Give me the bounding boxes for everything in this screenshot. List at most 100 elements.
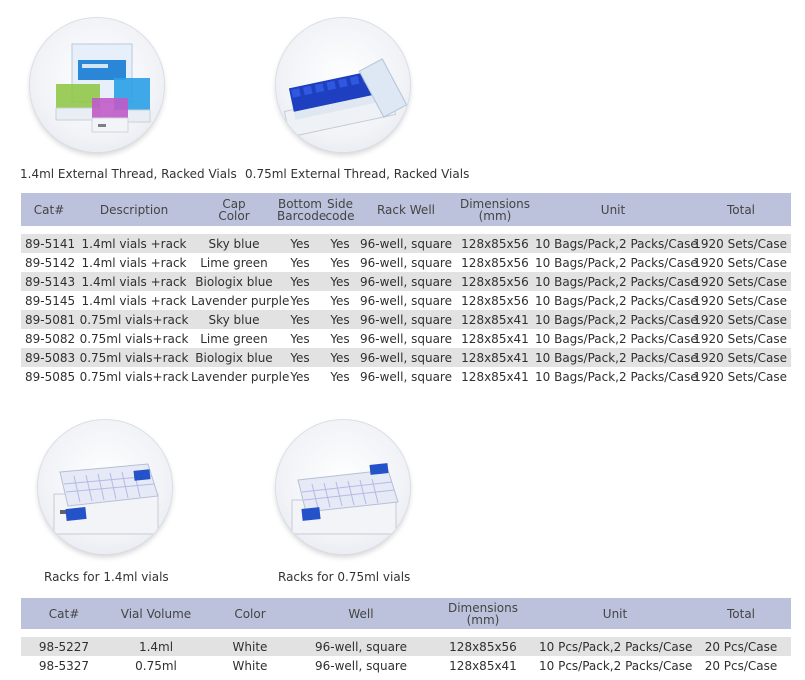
cell-side-code: Yes bbox=[323, 348, 357, 367]
table-header-row: Cat# Description Cap Color Bottom Barcod… bbox=[21, 193, 791, 226]
cell-cap-color: Sky blue bbox=[191, 234, 277, 253]
col-header-unit: Unit bbox=[535, 193, 691, 226]
cell-cat: 89-5083 bbox=[21, 348, 77, 367]
col-header-cap-color: Cap Color bbox=[191, 193, 277, 226]
rack-14ml-caption: Racks for 1.4ml vials bbox=[44, 570, 169, 584]
cell-description: 1.4ml vials +rack bbox=[77, 234, 191, 253]
cell-unit: 10 Bags/Pack,2 Packs/Case bbox=[535, 234, 698, 253]
cell-dimensions: 128x85x41 bbox=[455, 348, 535, 367]
cell-total: 1920 Sets/Case bbox=[693, 331, 787, 346]
cell-total: 1920 Sets/Case bbox=[691, 310, 791, 329]
cell-dimensions: 128x85x41 bbox=[461, 369, 529, 384]
cell-dimensions: 128x85x41 bbox=[455, 310, 535, 329]
vials-075ml-caption: 0.75ml External Thread, Racked Vials bbox=[245, 167, 470, 181]
cell-well: 96-well, square bbox=[315, 658, 407, 673]
cell-unit: 10 Bags/Pack,2 Packs/Case bbox=[535, 369, 698, 384]
cell-side-code: Yes bbox=[330, 255, 350, 270]
table-row: 89-5085 0.75ml vials+rack Lavender purpl… bbox=[21, 367, 791, 386]
cell-cap-color: Biologix blue bbox=[191, 348, 277, 367]
col-header-rack-well: Rack Well bbox=[357, 193, 455, 226]
cell-rack-well: 96-well, square bbox=[357, 272, 455, 291]
col-header-total: Total bbox=[691, 193, 791, 226]
vials-075ml-photo bbox=[276, 18, 410, 152]
cell-cap-color: Lime green bbox=[200, 331, 268, 346]
cell-description: 1.4ml vials +rack bbox=[77, 272, 191, 291]
col-header-description: Description bbox=[77, 193, 191, 226]
cell-side-code: Yes bbox=[323, 310, 357, 329]
cell-rack-well: 96-well, square bbox=[360, 369, 452, 384]
table-header-row: Cat# Vial Volume Color Well Dimensions (… bbox=[21, 598, 791, 629]
col-header-vial-volume: Vial Volume bbox=[107, 598, 205, 629]
cell-cap-color: Sky blue bbox=[191, 310, 277, 329]
cell-rack-well: 96-well, square bbox=[360, 255, 452, 270]
cell-cap-color: Biologix blue bbox=[191, 272, 277, 291]
cell-vial-volume: 1.4ml bbox=[107, 637, 205, 656]
cell-cap-color: Lavender purple bbox=[191, 369, 290, 384]
cell-cat: 89-5081 bbox=[21, 310, 77, 329]
cell-unit: 10 Bags/Pack,2 Packs/Case bbox=[535, 310, 698, 329]
cell-cat: 89-5142 bbox=[25, 255, 76, 270]
vials-14ml-photo bbox=[30, 18, 164, 152]
cell-unit: 10 Bags/Pack,2 Packs/Case bbox=[535, 348, 698, 367]
cell-rack-well: 96-well, square bbox=[360, 331, 452, 346]
cell-bottom-barcode: Yes bbox=[277, 234, 323, 253]
table-row: 89-5081 0.75ml vials+rack Sky blue Yes Y… bbox=[21, 310, 791, 329]
cell-well: 96-well, square bbox=[295, 637, 427, 656]
table-row: 89-5141 1.4ml vials +rack Sky blue Yes Y… bbox=[21, 234, 791, 253]
cell-cat: 89-5082 bbox=[25, 331, 76, 346]
cell-unit: 10 Bags/Pack,2 Packs/Case bbox=[535, 331, 698, 346]
cell-cat: 89-5145 bbox=[25, 293, 76, 308]
col-header-color: Color bbox=[205, 598, 295, 629]
cell-description: 0.75ml vials+rack bbox=[77, 348, 191, 367]
cell-side-code: Yes bbox=[330, 293, 350, 308]
cell-bottom-barcode: Yes bbox=[290, 331, 310, 346]
cell-rack-well: 96-well, square bbox=[360, 293, 452, 308]
cell-dimensions: 128x85x56 bbox=[461, 293, 529, 308]
col-header-dimensions: Dimensions (mm) bbox=[455, 193, 535, 226]
cell-unit: 10 Pcs/Pack,2 Packs/Case bbox=[539, 658, 693, 673]
cell-cap-color: Lavender purple bbox=[191, 293, 290, 308]
cell-vial-volume: 0.75ml bbox=[135, 658, 177, 673]
cell-side-code: Yes bbox=[323, 234, 357, 253]
col-header-well: Well bbox=[295, 598, 427, 629]
cell-total: 1920 Sets/Case bbox=[691, 234, 791, 253]
cell-unit: 10 Bags/Pack,2 Packs/Case bbox=[535, 293, 698, 308]
cell-dimensions: 128x85x56 bbox=[427, 637, 539, 656]
cell-description: 0.75ml vials+rack bbox=[79, 331, 189, 346]
cell-dimensions: 128x85x41 bbox=[449, 658, 517, 673]
cell-cat: 98-5227 bbox=[21, 637, 107, 656]
cell-total: 1920 Sets/Case bbox=[693, 293, 787, 308]
cell-unit: 10 Bags/Pack,2 Packs/Case bbox=[535, 255, 698, 270]
table-row: 89-5143 1.4ml vials +rack Biologix blue … bbox=[21, 272, 791, 291]
col-header-bottom-barcode: Bottom Barcode bbox=[277, 193, 326, 226]
cell-description: 0.75ml vials+rack bbox=[77, 310, 191, 329]
cell-description: 1.4ml vials +rack bbox=[81, 293, 187, 308]
cell-bottom-barcode: Yes bbox=[277, 348, 323, 367]
cell-side-code: Yes bbox=[323, 272, 357, 291]
col-header-dimensions: Dimensions (mm) bbox=[427, 598, 539, 629]
cell-total: 20 Pcs/Case bbox=[704, 658, 778, 673]
vials-spec-table: Cat# Description Cap Color Bottom Barcod… bbox=[21, 193, 791, 386]
vial-rack-illustration bbox=[283, 58, 408, 138]
cell-cap-color: Lime green bbox=[200, 255, 268, 270]
cell-dimensions: 128x85x56 bbox=[455, 272, 535, 291]
cell-bottom-barcode: Yes bbox=[277, 272, 323, 291]
cell-side-code: Yes bbox=[330, 331, 350, 346]
table-row: 98-5227 1.4ml White 96-well, square 128x… bbox=[21, 637, 791, 656]
cell-total: 1920 Sets/Case bbox=[693, 369, 787, 384]
rack-14ml-photo bbox=[38, 420, 172, 554]
col-header-unit: Unit bbox=[539, 598, 691, 629]
rack-illustration bbox=[291, 463, 399, 535]
cell-rack-well: 96-well, square bbox=[357, 234, 455, 253]
cell-total: 20 Pcs/Case bbox=[691, 637, 791, 656]
cell-unit: 10 Pcs/Pack,2 Packs/Case bbox=[539, 637, 692, 656]
cell-rack-well: 96-well, square bbox=[357, 310, 455, 329]
cell-cat: 89-5143 bbox=[21, 272, 77, 291]
col-header-cat: Cat# bbox=[21, 598, 107, 629]
table-row: 98-5327 0.75ml White 96-well, square 128… bbox=[21, 656, 791, 675]
cell-unit: 10 Bags/Pack,2 Packs/Case bbox=[535, 272, 698, 291]
cell-dimensions: 128x85x41 bbox=[461, 331, 529, 346]
table-row: 89-5142 1.4ml vials +rack Lime green Yes… bbox=[21, 253, 791, 272]
cell-total: 1920 Sets/Case bbox=[691, 272, 791, 291]
table-row: 89-5083 0.75ml vials+rack Biologix blue … bbox=[21, 348, 791, 367]
